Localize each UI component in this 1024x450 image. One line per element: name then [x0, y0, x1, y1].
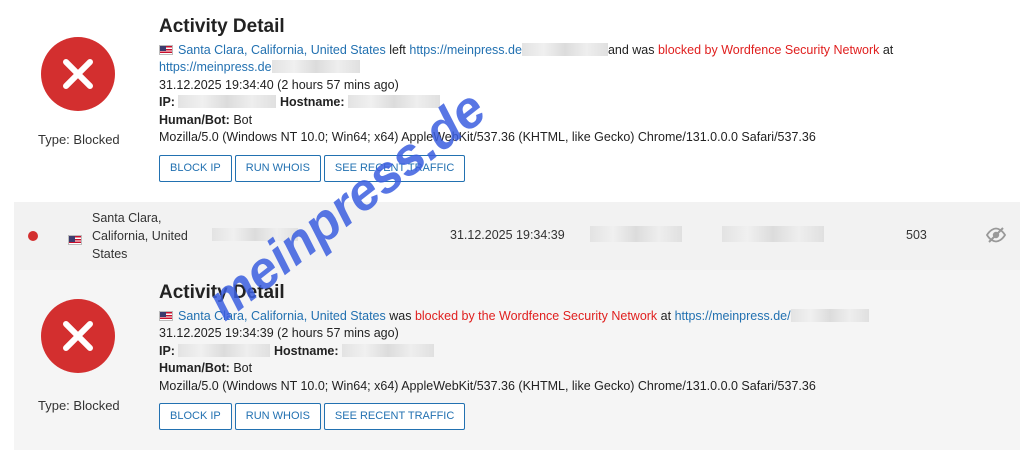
- row-timestamp: 31.12.2025 19:34:39: [450, 228, 565, 242]
- ip-label: IP:: [159, 95, 175, 109]
- redacted-hostname: [348, 95, 441, 108]
- humanbot-value: Bot: [233, 361, 253, 375]
- url-link[interactable]: https://meinpress.de: [409, 43, 522, 57]
- ip-label: IP:: [159, 343, 175, 358]
- redacted-path: [790, 308, 869, 322]
- status-dot: [28, 231, 38, 241]
- blocked-text: blocked by Wordfence Security Network: [657, 42, 880, 57]
- activity-description: Santa Clara, California, United States l…: [159, 42, 1009, 60]
- humanbot-line: Human/Bot: Bot: [159, 360, 1009, 378]
- eye-slash-icon[interactable]: [985, 226, 1007, 249]
- us-flag-icon: [159, 44, 173, 55]
- see-recent-traffic-button[interactable]: SEE RECENT TRAFFIC: [323, 403, 466, 430]
- humanbot-value: Bot: [233, 112, 253, 127]
- text-at: at: [879, 42, 894, 57]
- humanbot-line: Human/Bot: Bot: [159, 112, 1009, 130]
- us-flag-icon: [159, 310, 173, 321]
- url-link-2[interactable]: https://meinpress.de: [159, 60, 272, 74]
- block-ip-button[interactable]: BLOCK IP: [159, 154, 232, 182]
- activity-description: Santa Clara, California, United States w…: [159, 308, 1009, 326]
- blocked-text: blocked by the Wordfence Security Networ…: [414, 308, 658, 323]
- location-link[interactable]: Santa Clara, California, United States: [178, 309, 386, 323]
- location-link[interactable]: Santa Clara, California, United States: [178, 43, 386, 57]
- text-was: was: [385, 308, 415, 323]
- us-flag-icon: [68, 235, 82, 245]
- timestamp: 31.12.2025 19:34:39 (2 hours 57 mins ago…: [159, 326, 399, 340]
- redacted-cell-1: [590, 226, 682, 242]
- redacted-hostname: [342, 343, 435, 357]
- row-location: Santa Clara, California, United States: [92, 211, 188, 261]
- text-and: and was: [607, 42, 658, 57]
- activity-detail-title: Activity Detail: [159, 16, 285, 37]
- url-link[interactable]: https://meinpress.de/: [675, 309, 791, 323]
- ip-hostname-line: IP: Hostname:: [159, 343, 1009, 361]
- redacted-path-2: [271, 60, 360, 73]
- redacted-ip: [178, 95, 277, 108]
- redacted-path: [521, 42, 608, 56]
- activity-detail-1: Type: Blocked Activity Detail Santa Clar…: [14, 0, 1020, 200]
- redacted-cell-2: [722, 226, 824, 242]
- timestamp: 31.12.2025 19:34:40 (2 hours 57 mins ago…: [159, 77, 399, 92]
- text-left: left: [385, 42, 410, 57]
- block-ip-button[interactable]: BLOCK IP: [159, 403, 232, 430]
- ip-hostname-line: IP: Hostname:: [159, 94, 1009, 112]
- hostname-label: Hostname:: [279, 95, 345, 109]
- activity-detail-2: Type: Blocked Activity Detail Santa Clar…: [14, 270, 1020, 450]
- run-whois-button[interactable]: RUN WHOIS: [234, 403, 321, 430]
- redacted-ip-cell: [212, 228, 298, 241]
- blocked-x-icon: [41, 37, 115, 111]
- row-status-code: 503: [906, 228, 927, 242]
- run-whois-button[interactable]: RUN WHOIS: [234, 154, 321, 182]
- traffic-row[interactable]: Santa Clara, California, United States 3…: [14, 202, 1020, 270]
- text-at: at: [657, 308, 675, 323]
- user-agent: Mozilla/5.0 (Windows NT 10.0; Win64; x64…: [159, 378, 816, 393]
- humanbot-label: Human/Bot:: [159, 112, 230, 127]
- type-label: Type: Blocked: [38, 132, 120, 147]
- humanbot-label: Human/Bot:: [159, 361, 230, 375]
- blocked-x-icon: [41, 299, 115, 373]
- redacted-ip: [178, 343, 271, 357]
- activity-detail-title: Activity Detail: [159, 282, 285, 303]
- see-recent-traffic-button[interactable]: SEE RECENT TRAFFIC: [323, 154, 466, 182]
- hostname-label: Hostname:: [273, 343, 339, 358]
- type-label: Type: Blocked: [38, 398, 120, 413]
- user-agent: Mozilla/5.0 (Windows NT 10.0; Win64; x64…: [159, 130, 816, 144]
